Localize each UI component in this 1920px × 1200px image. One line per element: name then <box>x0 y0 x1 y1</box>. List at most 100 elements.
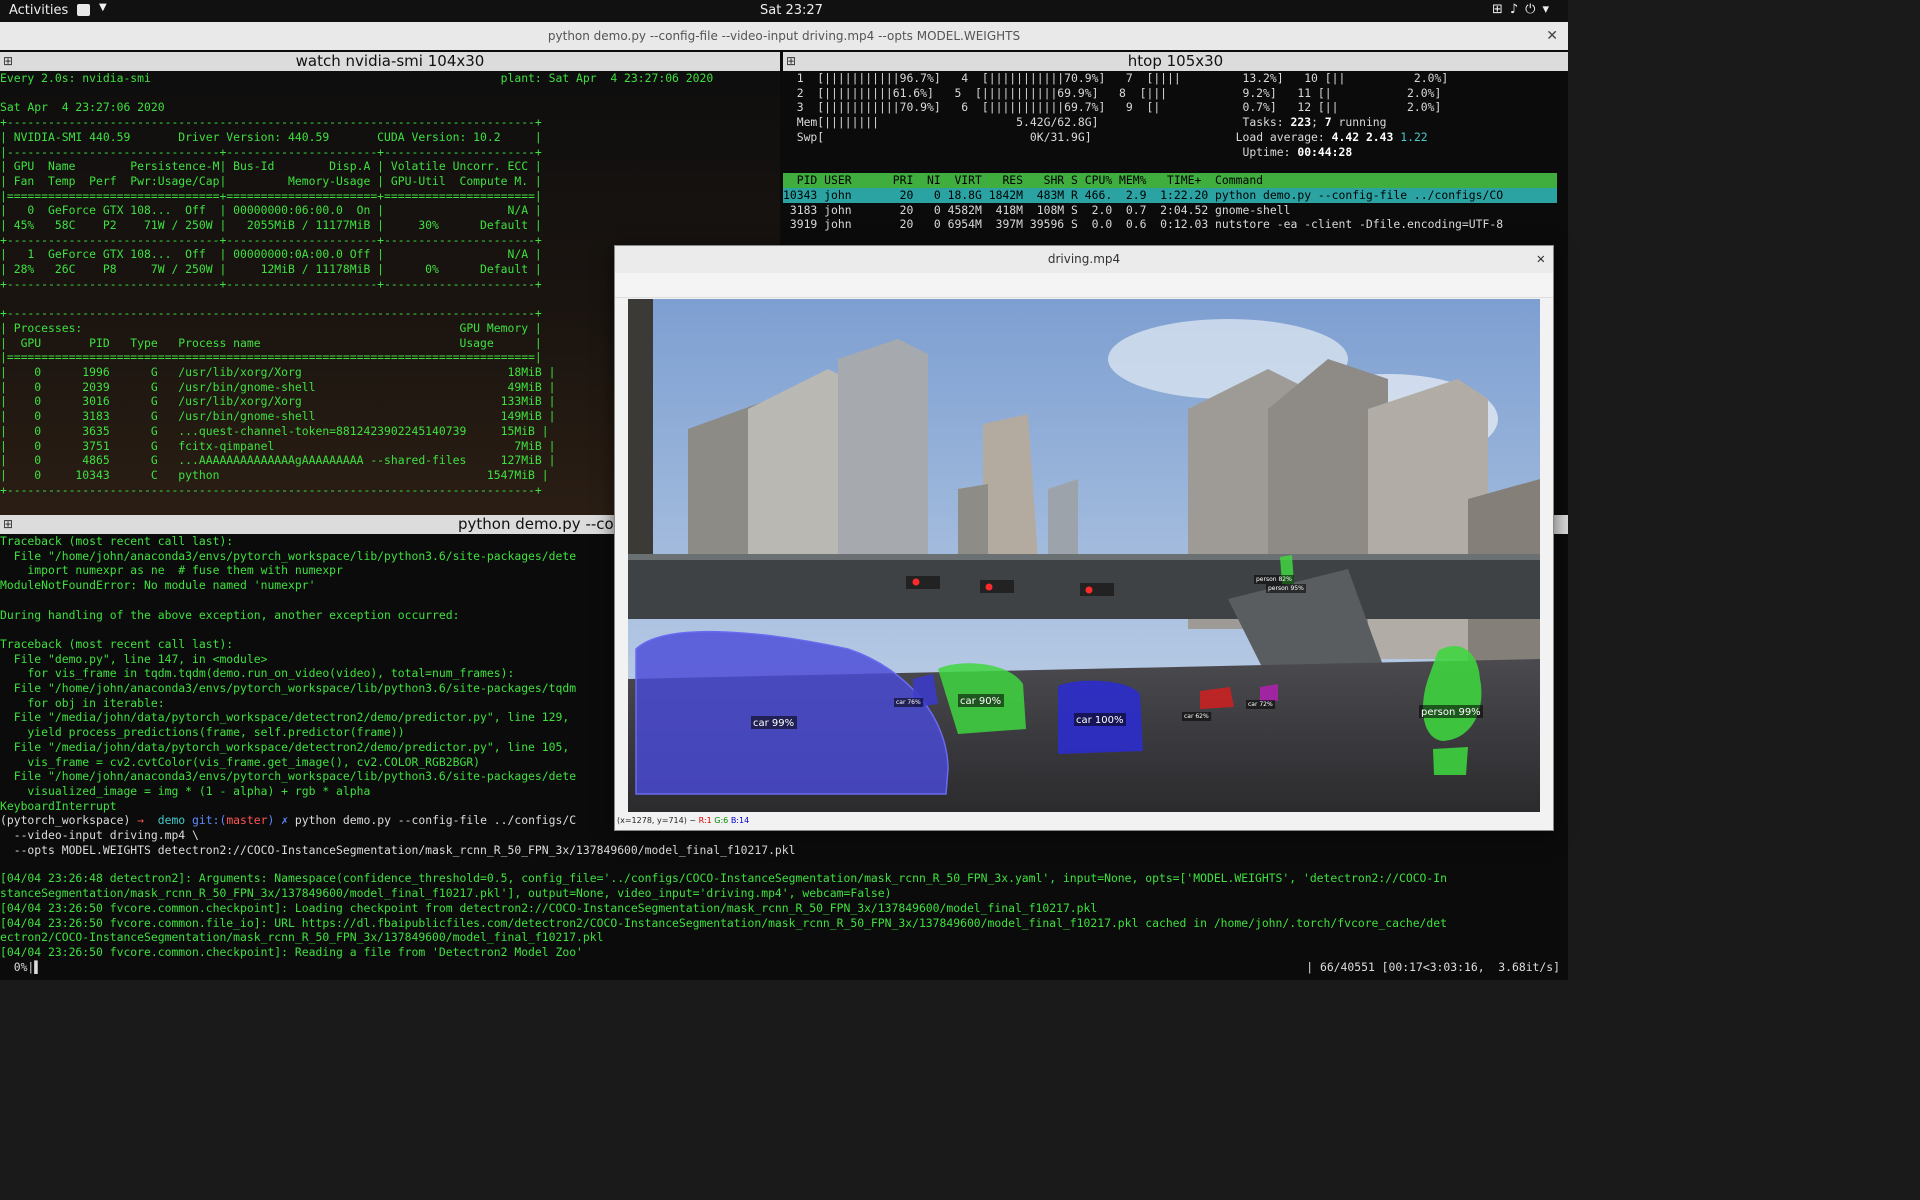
detection-label: car 100% <box>1076 715 1124 726</box>
prompt-git-end: ) ✗ <box>267 813 295 828</box>
traffic-light <box>980 580 1014 593</box>
running-count: 7 <box>1324 115 1332 130</box>
app-menu-caret-icon[interactable]: ▼ <box>99 2 107 13</box>
traceback-line: File "/media/john/data/pytorch_workspace… <box>0 739 570 754</box>
prompt-env: (pytorch_workspace) <box>0 813 138 828</box>
pane-grid-icon[interactable]: ⊞ <box>3 515 13 534</box>
detection-label: person 95% <box>1268 585 1304 592</box>
pane-title-python: python demo.py --co <box>458 515 614 533</box>
clock[interactable]: Sat 23:27 <box>760 3 823 18</box>
cpu-line-2: 2 [||||||||||61.6%] 5 [|||||||||||69.9%]… <box>783 85 1442 100</box>
traceback-line: File "/home/john/anaconda3/envs/pytorch_… <box>0 548 577 563</box>
overpass-rail <box>628 554 1540 560</box>
nvidia-smi-line: | 0 4865 G ...AAAAAAAAAAAAAAgAAAAAAAAA -… <box>0 453 556 468</box>
htop-column-header[interactable]: PID USER PRI NI VIRT RES SHR S CPU% MEM%… <box>783 173 1557 188</box>
swap-meter: Swp[ 0K/31.9G] <box>783 129 1092 144</box>
progress-left: 0%| <box>0 959 35 974</box>
command-continuation: --opts MODEL.WEIGHTS detectron2://COCO-I… <box>0 842 796 857</box>
detection-label: car 62% <box>1184 713 1209 720</box>
building <box>1048 479 1078 559</box>
video-title: driving.mp4 <box>1047 252 1121 266</box>
pane-grid-icon[interactable]: ⊞ <box>786 52 796 71</box>
nvidia-smi-line: +---------------------------------------… <box>0 115 542 130</box>
traceback-line: File "/media/john/data/pytorch_workspace… <box>0 710 570 725</box>
activities-button[interactable]: Activities <box>9 3 68 18</box>
traceback-line: File "/home/john/anaconda3/envs/pytorch_… <box>0 681 577 696</box>
cpu-line-1: 1 [|||||||||||96.7%] 4 [|||||||||||70.9%… <box>783 71 1449 85</box>
detection-label: car 72% <box>1248 701 1273 708</box>
nvidia-smi-line: | 0 3016 G /usr/lib/xorg/Xorg 133MiB | <box>0 394 556 409</box>
nvidia-smi-line: | Processes: GPU Memory | <box>0 320 542 335</box>
traffic-light-red <box>1085 586 1093 594</box>
traffic-light-red <box>985 583 993 591</box>
nvidia-smi-line: |=======================================… <box>0 350 542 365</box>
htop-row[interactable]: 3183 john 20 0 4582M 418M 108M S 2.0 0.7… <box>783 203 1291 217</box>
nvidia-smi-line: | 0 10343 C python 1547MiB | <box>0 467 549 482</box>
nvidia-smi-line: | 45% 58C P2 71W / 250W | 2055MiB / 1117… <box>0 218 542 233</box>
building <box>838 339 928 579</box>
uptime-value: 00:44:28 <box>1297 144 1353 159</box>
pane-title-nvidia: watch nvidia-smi 104x30 <box>295 52 485 70</box>
nvidia-smi-line: | 0 3751 G fcitx-qimpanel 7MiB | <box>0 438 556 453</box>
traceback-line: File "/home/john/anaconda3/envs/pytorch_… <box>0 769 577 784</box>
traceback-line: Traceback (most recent call last): <box>0 636 234 651</box>
traceback-line: import numexpr as ne # fuse them with nu… <box>0 563 343 578</box>
prompt-command: python demo.py --config-file ../configs/… <box>294 813 577 828</box>
traceback-line: Traceback (most recent call last): <box>0 534 234 548</box>
nvidia-smi-line: | 28% 26C P8 7W / 250W | 12MiB / 11178Mi… <box>0 262 542 277</box>
nvidia-smi-line: | Fan Temp Perf Pwr:Usage/Cap| Memory-Us… <box>0 173 542 188</box>
status-b: B:14 <box>730 816 750 825</box>
window-titlebar[interactable]: python demo.py --config-file --video-inp… <box>0 22 1568 50</box>
load-label: Load average: <box>1235 129 1332 144</box>
tasks-label: Tasks: <box>1242 115 1291 130</box>
progress-right: | 66/40551 [00:17<3:03:16, 3.68it/s] <box>1306 959 1560 974</box>
detection-label: car 90% <box>960 696 1001 707</box>
uptime-label: Uptime: <box>1242 144 1298 159</box>
traceback-line: During handling of the above exception, … <box>0 607 460 622</box>
building <box>958 484 988 559</box>
video-window-titlebar[interactable]: driving.mp4 <box>615 246 1553 273</box>
status-g: G:6 <box>714 816 729 825</box>
nvidia-smi-line: | 1 GeForce GTX 108... Off | 00000000:0A… <box>0 247 542 262</box>
log-line: [04/04 23:26:48 detectron2]: Arguments: … <box>0 871 1447 886</box>
log-line: [04/04 23:26:50 fvcore.common.checkpoint… <box>0 944 583 959</box>
pixel-status: (x=1278, y=714) ~ R:1 G:6 B:14 <box>617 816 749 825</box>
nvidia-smi-line: Every 2.0s: nvidia-smi plant: Sat Apr 4 … <box>0 71 714 85</box>
close-icon[interactable]: ✕ <box>1537 246 1545 273</box>
pane-title-htop: htop 105x30 <box>1127 52 1224 70</box>
log-line: [04/04 23:26:50 fvcore.common.checkpoint… <box>0 900 1098 915</box>
htop-pane[interactable]: 1 [|||||||||||96.7%] 4 [|||||||||||70.9%… <box>783 71 1557 246</box>
close-icon[interactable]: ✕ <box>1546 22 1558 50</box>
traceback-line: for obj in iterable: <box>0 695 165 710</box>
traceback-line: KeyboardInterrupt <box>0 798 117 813</box>
nvidia-smi-line: +-------------------------------+-------… <box>0 276 542 291</box>
pane-header-htop[interactable]: ⊞ htop 105x30 <box>783 52 1568 71</box>
load-1: 4.42 <box>1331 129 1360 144</box>
htop-row[interactable]: 3919 john 20 0 6954M 397M 39596 S 0.0 0.… <box>783 217 1503 231</box>
volume-icon: ♪ <box>1509 2 1526 17</box>
network-icon: ⊞ <box>1491 2 1510 17</box>
prompt-arrow: → <box>137 813 158 828</box>
nvidia-smi-line: +---------------------------------------… <box>0 482 542 497</box>
traffic-light <box>906 576 940 589</box>
status-r: R:1 <box>698 816 712 825</box>
nvidia-smi-line: | 0 3635 G ...quest-channel-token=881242… <box>0 423 549 438</box>
detection-mask-person[interactable] <box>1433 747 1468 775</box>
mem-meter: Mem[|||||||| 5.42G/62.8G] <box>783 115 1099 130</box>
cursor: ▌ <box>34 959 42 974</box>
prompt-branch: master <box>226 813 268 828</box>
nvidia-smi-line: | GPU Name Persistence-M| Bus-Id Disp.A … <box>0 159 542 174</box>
video-window[interactable]: driving.mp4 ✕ car 99% car 90% car 100% p… <box>614 245 1554 831</box>
nvidia-smi-line: | NVIDIA-SMI 440.59 Driver Version: 440.… <box>0 129 542 144</box>
video-frame[interactable]: car 99% car 90% car 100% person 99% car 76% c… <box>628 299 1540 812</box>
detection-label: car 76% <box>896 699 921 706</box>
pane-grid-icon[interactable]: ⊞ <box>3 52 13 71</box>
terminal-app-icon[interactable] <box>77 4 90 16</box>
nvidia-smi-line: +-------------------------------+-------… <box>0 232 542 247</box>
system-tray[interactable]: ⊞♪⏻▾ <box>1492 2 1556 17</box>
nvidia-smi-line: | 0 GeForce GTX 108... Off | 00000000:06… <box>0 203 542 218</box>
load-5: 2.43 <box>1365 129 1394 144</box>
pane-header-nvidia[interactable]: ⊞ watch nvidia-smi 104x30 <box>0 52 780 71</box>
htop-row-selected[interactable]: 10343 john 20 0 18.8G 1842M 483M R 466. … <box>783 187 1557 203</box>
running-label: running <box>1331 115 1387 130</box>
